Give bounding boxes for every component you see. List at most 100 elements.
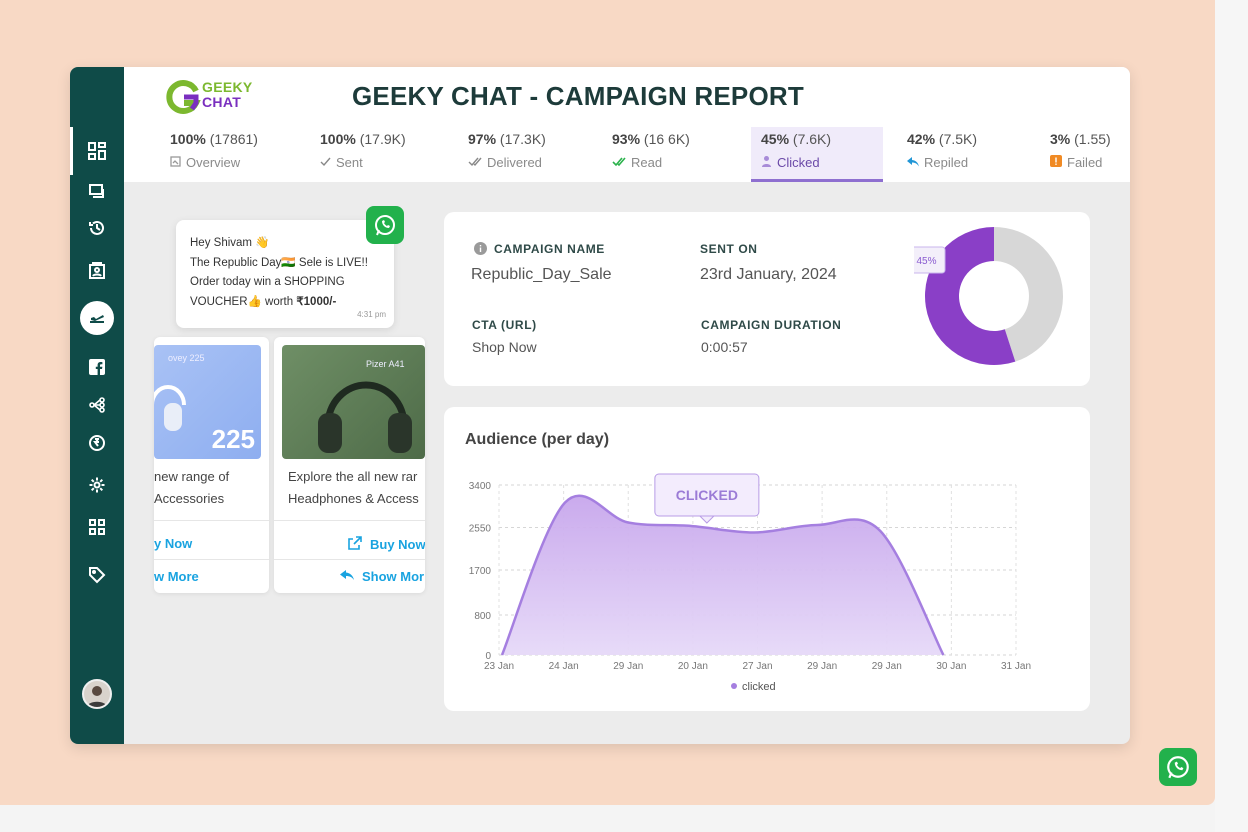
- x-tick-label: 30 Jan: [936, 661, 966, 672]
- stat-overview-pct: 100%: [170, 131, 206, 147]
- stat-clicked-label: Clicked: [777, 155, 820, 170]
- message-voucher-amount: ₹1000/-: [296, 295, 337, 308]
- stat-replied-pct: 42%: [907, 131, 936, 147]
- cta-label: CTA (URL): [472, 318, 537, 332]
- divider: [154, 520, 269, 521]
- product-description: Explore the all new rar Headphones & Acc…: [288, 466, 419, 510]
- buy-now-button[interactable]: Buy Now: [348, 536, 425, 553]
- info-icon: [474, 242, 487, 260]
- product-desc-line2: Headphones & Access: [288, 491, 419, 506]
- flow-icon[interactable]: [85, 393, 109, 417]
- logo-mark-icon: [166, 80, 201, 114]
- stat-failed[interactable]: 3% (1.55) Failed: [1050, 131, 1130, 181]
- chat-icon[interactable]: [85, 180, 109, 204]
- contacts-icon[interactable]: [85, 259, 109, 283]
- x-tick-label: 23 Jan: [484, 661, 514, 672]
- campaign-plane-icon[interactable]: [85, 306, 109, 330]
- audience-chart-card: Audience (per day) 0 800 1700 2550 3400 23 Ja…: [444, 407, 1090, 711]
- sent-on-value: 23rd January, 2024: [700, 266, 837, 283]
- stat-replied[interactable]: 42% (7.5K) Repiled: [907, 131, 1017, 181]
- campaign-info-card: CAMPAIGN NAME Republic_Day_Sale SENT ON …: [444, 212, 1090, 386]
- stat-delivered[interactable]: 97% (17.3K) Delivered: [468, 131, 578, 181]
- y-tick-label: 1700: [469, 566, 492, 577]
- logo-text-chat: CHAT: [202, 94, 242, 110]
- tooltip-pointer: [698, 515, 716, 524]
- x-tick-label: 20 Jan: [678, 661, 708, 672]
- legend-marker: [731, 683, 737, 689]
- external-link-icon: [348, 536, 362, 553]
- whatsapp-icon: [366, 206, 404, 244]
- campaign-duration-value: 0:00:57: [701, 339, 748, 355]
- product-tag: ovey 225: [168, 353, 205, 363]
- divider: [274, 559, 425, 560]
- stat-clicked-pct: 45%: [761, 131, 790, 147]
- tooltip-label: CLICKED: [676, 487, 738, 503]
- history-icon[interactable]: [85, 216, 109, 240]
- stat-read-pct: 93%: [612, 131, 641, 147]
- stat-read-label: Read: [631, 155, 663, 170]
- stat-failed-pct: 3%: [1050, 131, 1071, 147]
- divider: [274, 520, 425, 521]
- product-desc-line1: Explore the all new rar: [288, 469, 418, 484]
- x-tick-label: 31 Jan: [1001, 661, 1031, 672]
- stat-replied-label: Repiled: [924, 155, 969, 170]
- message-line: VOUCHER👍 worth ₹1000/-: [190, 293, 380, 313]
- geeky-chat-logo: GEEKY CHAT: [166, 79, 266, 119]
- headphones-icon: [318, 381, 412, 453]
- product-image: ovey 225 225: [154, 345, 261, 459]
- stat-failed-count: (1.55): [1074, 131, 1111, 147]
- product-desc-line2: Accessories: [154, 491, 225, 506]
- audience-area-chart: 080017002550340023 Jan 24 Jan 29 Jan 20 Jan…: [469, 473, 1031, 693]
- logo-text-geeky: GEEKY: [202, 79, 253, 95]
- settings-icon[interactable]: [85, 473, 109, 497]
- product-image: Pizer A41: [282, 345, 425, 459]
- tag-icon[interactable]: [85, 563, 109, 587]
- product-card: ovey 225 225 new range of Accessories y …: [154, 337, 269, 593]
- overview-icon: [170, 155, 181, 170]
- stat-sent[interactable]: 100% (17.9K) Sent: [320, 131, 430, 181]
- payment-icon[interactable]: [85, 431, 109, 455]
- message-line: Hey Shivam 👋: [190, 237, 270, 249]
- buy-now-label: Buy Now: [370, 537, 425, 552]
- reply-icon: [907, 155, 919, 170]
- product-card: Pizer A41 Explore the all new rar Headph…: [274, 337, 425, 593]
- stat-read-count: (16 6K): [643, 131, 690, 147]
- stat-clicked-count: (7.6K): [792, 131, 832, 147]
- buy-now-button[interactable]: y Now: [154, 536, 192, 551]
- stat-overview[interactable]: 100% (17861) Overview: [170, 131, 280, 181]
- stat-clicked[interactable]: 45% (7.6K) Clicked: [751, 127, 883, 182]
- show-more-button[interactable]: Show Mor: [340, 569, 424, 584]
- product-desc-line1: new range of: [154, 469, 230, 484]
- stat-sent-count: (17.9K): [359, 131, 406, 147]
- dashboard-icon[interactable]: [85, 139, 109, 163]
- series-area-clicked: [502, 495, 944, 655]
- user-avatar[interactable]: [82, 679, 112, 709]
- message-line: Order today win a SHOPPING: [190, 276, 345, 288]
- show-more-button[interactable]: w More: [154, 569, 199, 584]
- stat-overview-label: Overview: [186, 155, 241, 170]
- stat-sent-label: Sent: [336, 155, 363, 170]
- cta-value[interactable]: Shop Now: [472, 339, 537, 355]
- x-tick-label: 29 Jan: [807, 661, 837, 672]
- stat-sent-pct: 100%: [320, 131, 356, 147]
- report-header: GEEKY CHAT GEEKY CHAT - CAMPAIGN REPORT …: [124, 67, 1130, 182]
- show-more-label: Show Mor: [362, 569, 425, 584]
- stat-delivered-label: Delivered: [487, 155, 542, 170]
- double-check-icon: [468, 155, 482, 170]
- y-tick-label: 800: [474, 611, 491, 622]
- sent-on-label: SENT ON: [700, 242, 758, 256]
- x-tick-label: 24 Jan: [549, 661, 579, 672]
- stat-delivered-pct: 97%: [468, 131, 497, 147]
- y-tick-label: 3400: [469, 481, 492, 492]
- stat-read[interactable]: 93% (16 6K) Read: [612, 131, 722, 181]
- x-tick-label: 29 Jan: [613, 661, 643, 672]
- check-icon: [320, 155, 331, 170]
- integrations-icon[interactable]: [85, 515, 109, 539]
- legend-label: clicked: [742, 681, 776, 693]
- stat-failed-label: Failed: [1067, 155, 1103, 170]
- y-tick-label: 2550: [469, 524, 492, 535]
- warning-icon: [1050, 155, 1062, 170]
- whatsapp-chat-icon[interactable]: [1159, 748, 1197, 786]
- facebook-icon[interactable]: [85, 355, 109, 379]
- headphones-icon: [154, 385, 186, 431]
